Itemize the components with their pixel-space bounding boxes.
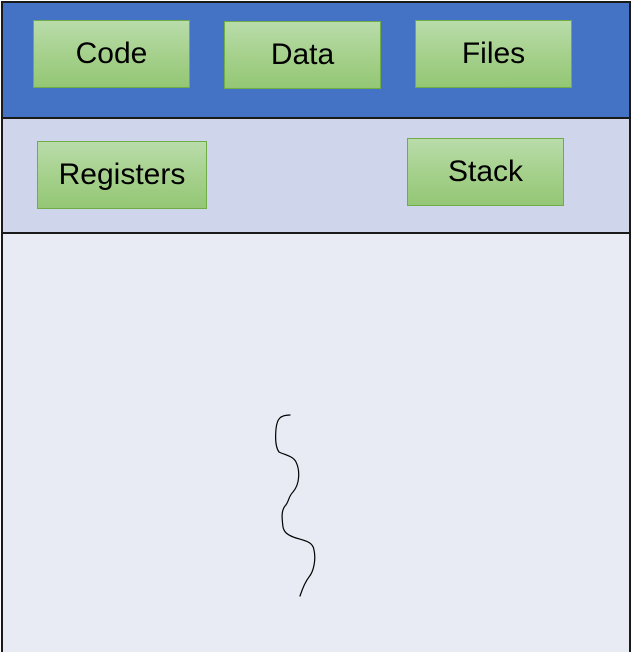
code-label: Code — [75, 37, 148, 70]
files-box: Files — [415, 20, 572, 88]
files-label: Files — [461, 37, 526, 70]
registers-label: Registers — [58, 158, 186, 191]
stack-label: Stack — [447, 155, 524, 188]
code-box: Code — [33, 20, 190, 88]
registers-box: Registers — [37, 141, 207, 209]
stack-box: Stack — [407, 138, 564, 206]
data-box: Data — [224, 21, 381, 89]
data-label: Data — [270, 38, 335, 71]
thread-path — [275, 414, 316, 597]
thread-icon — [275, 414, 316, 597]
execution-area — [3, 234, 629, 652]
thread-resources-band: Registers Stack — [3, 119, 629, 234]
shared-resources-band: Code Data Files — [3, 3, 629, 119]
process-diagram: Code Data Files Registers Stack — [1, 1, 631, 652]
